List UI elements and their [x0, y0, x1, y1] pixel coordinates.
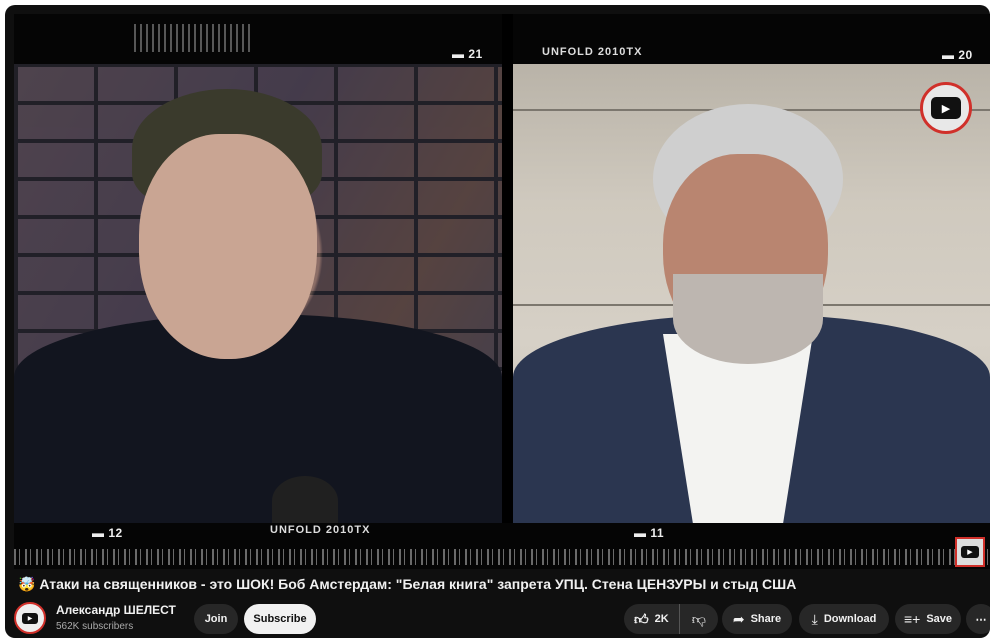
like-button[interactable]: 👍︎ 2K	[624, 604, 680, 634]
channel-name[interactable]: Александр ШЕЛЕСТ	[56, 603, 176, 617]
share-label: Share	[750, 613, 782, 625]
share-button[interactable]: ➦ Share	[722, 604, 792, 634]
more-icon: ⋯	[975, 613, 987, 626]
top-brand-label: UNFOLD 2010TX	[542, 46, 643, 58]
video-title: 🤯 Атаки на священников - это ШОК! Боб Ам…	[18, 576, 797, 592]
save-button[interactable]: ≡+ Save	[895, 604, 961, 634]
subscribe-button[interactable]: Subscribe	[244, 604, 316, 634]
barcode-graphic	[14, 549, 990, 565]
dislike-button[interactable]: 👎︎	[680, 611, 718, 628]
save-label: Save	[926, 613, 953, 625]
download-icon: ⤓	[811, 610, 818, 627]
speaker-face	[139, 134, 317, 359]
bottom-brand-label: UNFOLD 2010TX	[270, 524, 371, 536]
youtube-play-icon: ▶	[961, 546, 979, 558]
thumbs-down-icon: 👎︎	[691, 610, 706, 627]
share-icon: ➦	[732, 610, 745, 627]
subscriber-count: 562K subscribers	[56, 621, 134, 632]
guest-beard	[673, 274, 823, 364]
right-guest-panel	[513, 64, 990, 523]
video-player[interactable]: ▬ 21 UNFOLD 2010TX ▬ 20 ▬ 12 UNFOLD 2010…	[14, 14, 990, 569]
bottom-left-counter: ▬ 12	[92, 526, 123, 540]
channel-row: ▶ Александр ШЕЛЕСТ 562K subscribers Join…	[14, 601, 990, 637]
top-left-counter: ▬ 21	[452, 47, 483, 61]
like-dislike-group: 👍︎ 2K 👎︎	[624, 604, 718, 634]
split-divider	[502, 14, 513, 569]
subscribe-label: Subscribe	[253, 613, 307, 625]
bottom-mid-counter: ▬ 11	[634, 526, 665, 540]
left-speaker-panel	[14, 64, 502, 523]
channel-badge: ▶	[920, 82, 972, 134]
like-count: 2K	[654, 613, 669, 625]
microphone	[272, 476, 338, 523]
channel-watermark[interactable]: ▶	[955, 537, 985, 567]
save-playlist-icon: ≡+	[903, 611, 921, 627]
download-button[interactable]: ⤓ Download	[799, 604, 889, 634]
youtube-play-icon: ▶	[931, 97, 961, 119]
noise-graphic	[134, 24, 254, 52]
join-label: Join	[204, 613, 228, 625]
youtube-play-icon: ▶	[22, 612, 38, 624]
join-button[interactable]: Join	[194, 604, 238, 634]
video-bottom-strip	[14, 523, 990, 569]
player-window: ▬ 21 UNFOLD 2010TX ▬ 20 ▬ 12 UNFOLD 2010…	[5, 5, 990, 638]
channel-avatar[interactable]: ▶	[14, 602, 46, 634]
more-actions-button[interactable]: ⋯	[966, 604, 990, 634]
thumbs-up-icon: 👍︎	[634, 610, 649, 627]
download-label: Download	[823, 613, 877, 625]
top-right-counter: ▬ 20	[942, 48, 973, 62]
